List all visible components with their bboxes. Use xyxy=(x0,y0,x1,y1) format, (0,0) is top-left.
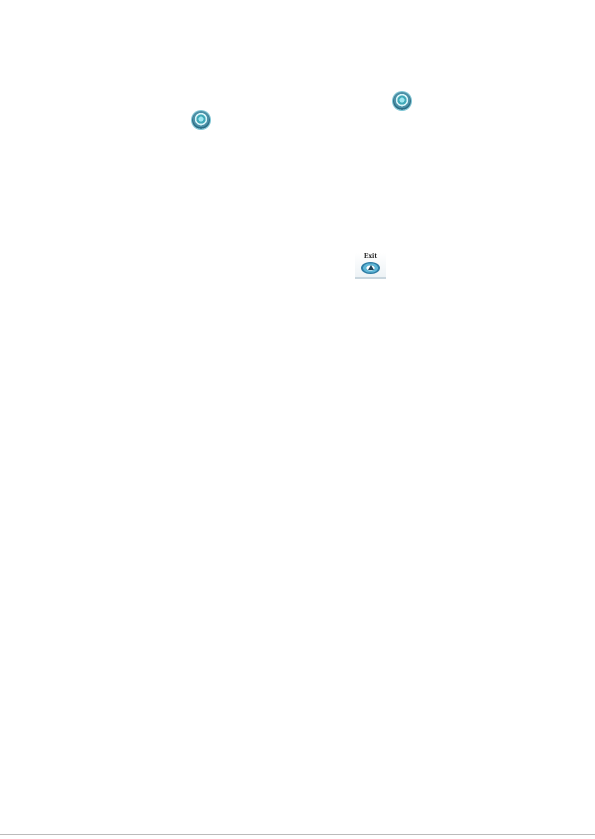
document-page: Exit xyxy=(0,0,595,839)
exit-button-icon: Exit xyxy=(355,253,386,279)
footer-divider xyxy=(0,834,595,835)
up-arrow-icon xyxy=(368,265,374,270)
round-button-icon xyxy=(192,111,210,129)
round-button-icon xyxy=(393,92,411,110)
exit-label: Exit xyxy=(363,253,378,260)
